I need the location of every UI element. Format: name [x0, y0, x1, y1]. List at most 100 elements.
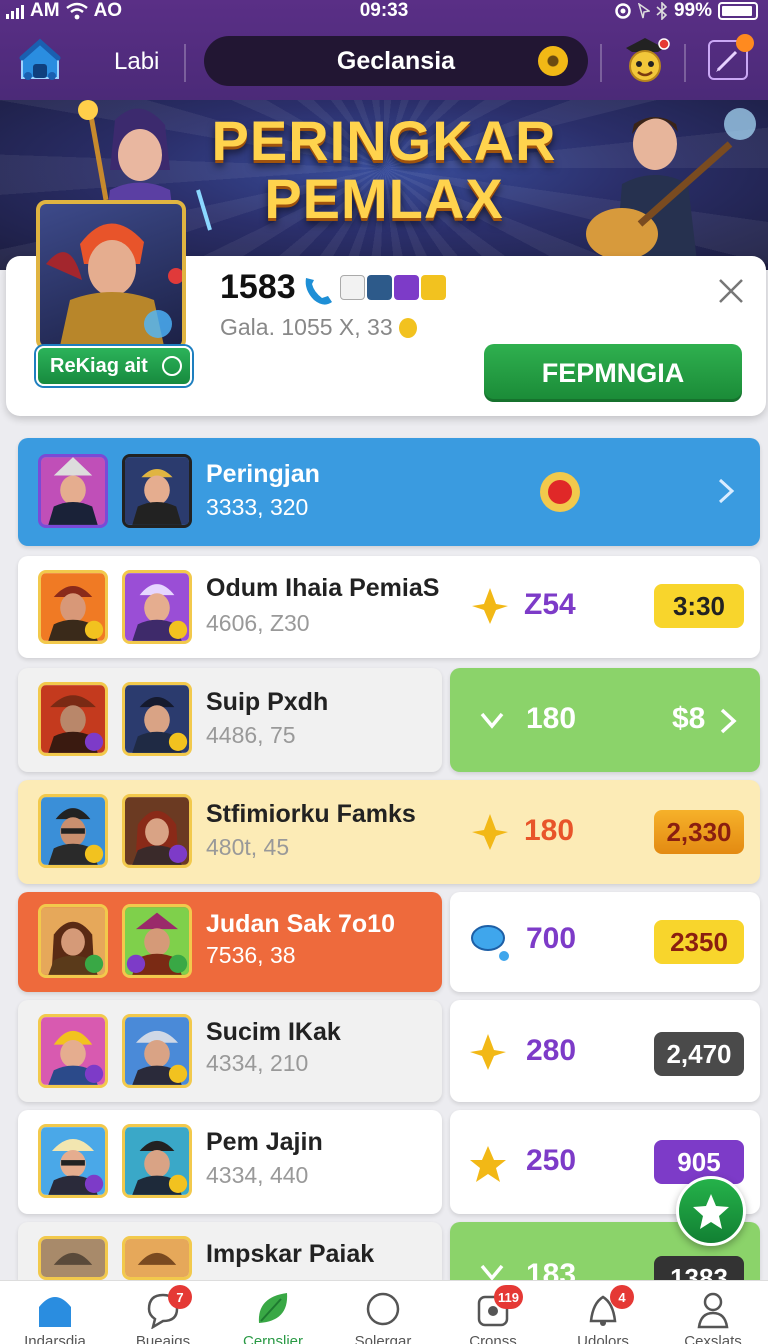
row-name: Impskar Paiak [206, 1240, 375, 1268]
nav-item-profile[interactable]: Cexslats [658, 1281, 768, 1344]
nav-label: Indarsdia [24, 1333, 86, 1344]
leaderboard-row[interactable]: Sucim IKak 4334, 210 [18, 1000, 442, 1102]
player-avatar [122, 454, 192, 528]
nav-label: Cexslats [684, 1333, 742, 1344]
star-gem-icon [472, 588, 508, 624]
player-avatar [38, 454, 108, 528]
location-icon [637, 3, 650, 19]
row-name: Sucim IKak [206, 1018, 341, 1046]
leaderboard-row[interactable]: Judan Sak 7o10 7536, 38 [18, 892, 442, 992]
row-pill: 2,330 [654, 810, 744, 854]
player-avatar [38, 570, 108, 644]
nav-badge: 119 [494, 1285, 523, 1309]
leaderboard-row[interactable]: Stfimiorku Famks 480t, 45 180 2,330 [18, 780, 760, 884]
row-name: Pem Jajin [206, 1128, 323, 1156]
player-avatar [122, 682, 192, 756]
search-pill[interactable]: Geclansia [204, 36, 588, 86]
leaderboard-row[interactable]: Suip Pxdh 4486, 75 [18, 668, 442, 772]
player-avatar [38, 904, 108, 978]
divider [600, 44, 602, 82]
nav-label: Bueaiqs [135, 1333, 191, 1344]
nav-badge: 4 [610, 1285, 634, 1309]
row-value: 180 [524, 814, 575, 847]
app-bar: Labi Geclansia [0, 30, 768, 96]
player-avatar [122, 794, 192, 868]
reward-panel[interactable]: 700 2350 [450, 892, 760, 992]
close-icon[interactable] [716, 276, 746, 306]
leaderboard-row[interactable]: Peringjan 3333, 320 [18, 438, 760, 546]
row-name: Odum Ihaia PemiaS [206, 574, 440, 602]
chevron-down-icon [480, 712, 504, 729]
reward-panel[interactable]: 180 $8 [450, 668, 760, 772]
crystal-gem-icon [471, 925, 509, 961]
nav-label: Cronss [469, 1333, 517, 1344]
player-sub-info-text: Gala. 1055 X, 33 [220, 314, 393, 340]
player-avatar [38, 682, 108, 756]
divider [184, 44, 186, 82]
check-icon [162, 356, 182, 376]
badge-icon [394, 275, 419, 300]
player-avatar [122, 570, 192, 644]
divider [684, 44, 686, 82]
favorite-fab[interactable] [676, 1176, 746, 1246]
row-pill: 2,470 [654, 1032, 744, 1076]
player-score: 1583 [220, 268, 296, 306]
row-value: 280 [526, 1034, 577, 1067]
compass-icon [366, 1292, 400, 1326]
home-label: Labi [114, 48, 160, 75]
row-stat: 3333, 320 [206, 494, 309, 520]
row-pill: 2350 [654, 920, 744, 964]
nav-item-odolors[interactable]: 4 Udolors [548, 1281, 658, 1344]
row-stat: 480t, 45 [206, 834, 290, 860]
row-value: 180 [526, 702, 577, 735]
nav-item-messages[interactable]: 7 Bueaiqs [108, 1281, 218, 1344]
reward-panel[interactable]: 280 2,470 [450, 1000, 760, 1102]
player-avatar [38, 1124, 108, 1198]
nav-item-home[interactable]: Indarsdia [0, 1281, 110, 1344]
rank-button[interactable]: ReKiag ait [36, 346, 192, 386]
nav-item-crowns[interactable]: 119 Cronss [438, 1281, 548, 1344]
leaderboard-row[interactable]: Impskar Paiak [18, 1222, 442, 1280]
edit-button[interactable] [708, 34, 754, 80]
player-avatar [38, 1236, 108, 1280]
row-stat: 4334, 440 [206, 1162, 309, 1188]
nav-label: Cernslier [242, 1333, 303, 1344]
row-pill: 3:30 [654, 584, 744, 628]
row-stat: 4334, 210 [206, 1050, 309, 1076]
nav-item-settings[interactable]: Solergar [328, 1281, 438, 1344]
nav-badge: 7 [168, 1285, 192, 1309]
badge-icon [340, 275, 365, 300]
battery-text: 99% [673, 0, 712, 21]
hero-title-line1: PERINGKAR [211, 109, 557, 172]
chevron-right-icon [720, 708, 737, 734]
nav-label: Udolors [577, 1333, 629, 1344]
profile-avatar-button[interactable] [618, 34, 672, 88]
row-name: Suip Pxdh [206, 688, 329, 716]
search-text: Geclansia [336, 46, 456, 75]
coin-icon [538, 46, 568, 76]
row-stat: 4606, Z30 [206, 610, 310, 636]
primary-action-button[interactable]: FEPMNGIA [484, 344, 742, 402]
leaderboard-row[interactable]: Odum Ihaia PemiaS 4606, Z30 Z54 3:30 [18, 556, 760, 658]
notification-badge [736, 34, 754, 52]
player-avatar [122, 1124, 192, 1198]
row-name: Stfimiorku Famks [206, 800, 416, 828]
leaderboard-row[interactable]: Pem Jajin 4334, 440 [18, 1110, 442, 1214]
profile-portrait[interactable] [36, 200, 186, 350]
player-avatar [38, 1014, 108, 1088]
row-value: 700 [526, 922, 577, 955]
home-button[interactable] [16, 36, 64, 84]
battery-icon [718, 2, 758, 20]
player-avatar [122, 904, 192, 978]
record-icon [540, 472, 580, 512]
nav-item-center[interactable]: Cernslier [218, 1281, 328, 1344]
row-name: Judan Sak 7o10 [206, 910, 395, 938]
star-gem-icon [470, 1146, 506, 1182]
hero-portrait-image [46, 223, 182, 346]
star-icon [693, 1194, 729, 1229]
coin-icon [399, 318, 418, 338]
leaf-icon [258, 1293, 288, 1323]
player-sub-info: Gala. 1055 X, 33 [220, 314, 418, 341]
row-pill: 1383 [654, 1256, 744, 1280]
bluetooth-icon [656, 2, 668, 20]
